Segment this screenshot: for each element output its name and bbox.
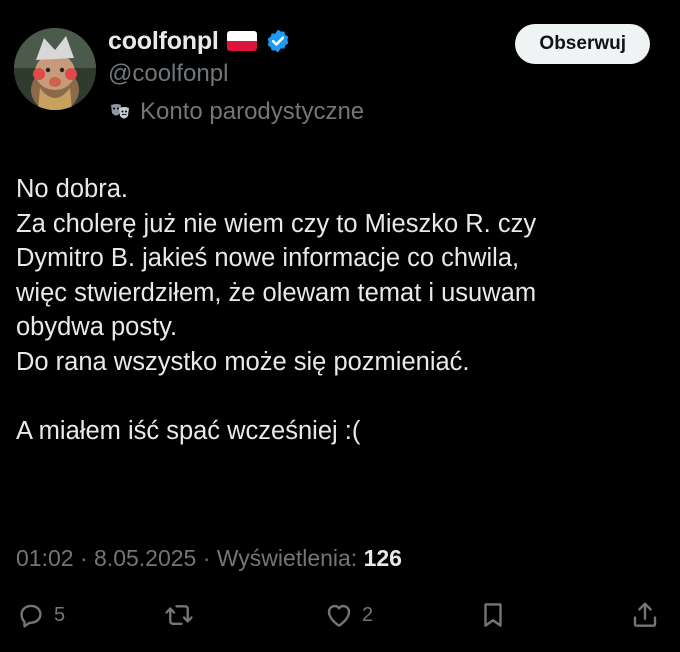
user-block: coolfonpl @coolfonpl Konto parodystyczne <box>108 24 364 126</box>
views-label: Wyświetlenia: <box>216 545 364 571</box>
tweet-line: A miałem iść spać wcześniej :( <box>16 416 361 445</box>
display-name[interactable]: coolfonpl <box>108 27 219 56</box>
tweet-line: No dobra. <box>16 175 128 203</box>
reply-button[interactable]: 5 <box>16 600 65 630</box>
views-count: 126 <box>363 545 402 571</box>
like-button[interactable]: 2 <box>324 600 373 630</box>
tweet-line: więc stwierdziłem, że olewam temat i usu… <box>16 278 537 307</box>
tweet-header: coolfonpl @coolfonpl Konto parodystyczne… <box>14 24 656 134</box>
verified-badge-icon <box>265 28 291 54</box>
reply-count: 5 <box>54 603 66 626</box>
tweet-time[interactable]: 01:02 <box>16 545 74 571</box>
repost-icon <box>165 605 193 625</box>
meta-separator: · <box>196 545 217 571</box>
reply-bubble-icon <box>20 604 42 628</box>
tweet-line: Za cholerę już nie wiem czy to Mieszko R… <box>16 209 537 238</box>
tweet-line: Dymitro B. jakieś nowe informacje co chw… <box>16 244 520 272</box>
tweet-text: No dobra. Za cholerę już nie wiem czy to… <box>16 172 666 448</box>
parody-label-row: Konto parodystyczne <box>108 98 364 126</box>
share-icon <box>633 602 657 627</box>
bookmark-button[interactable] <box>478 600 508 630</box>
share-button[interactable] <box>630 600 660 630</box>
parody-account-label: Konto parodystyczne <box>140 98 365 125</box>
tweet-meta: 01:02 · 8.05.2025 · Wyświetlenia: 126 <box>16 545 402 572</box>
handle[interactable]: @coolfonpl <box>108 60 364 88</box>
like-count: 2 <box>362 603 374 626</box>
action-bar: 5 2 <box>16 600 662 640</box>
heart-icon <box>327 604 351 627</box>
tweet-line: obydwa posty. <box>16 313 178 341</box>
follow-button[interactable]: Obserwuj <box>515 24 650 64</box>
avatar-image <box>14 28 96 110</box>
poland-flag-icon <box>226 31 257 51</box>
name-row: coolfonpl <box>108 24 364 58</box>
repost-button[interactable] <box>164 600 194 630</box>
bookmark-icon <box>484 603 502 627</box>
tweet-date[interactable]: 8.05.2025 <box>94 545 196 571</box>
theater-masks-icon <box>108 100 132 124</box>
avatar[interactable] <box>14 28 96 110</box>
tweet-line: Do rana wszystko może się pozmieniać. <box>16 347 470 376</box>
meta-separator: · <box>73 545 95 571</box>
